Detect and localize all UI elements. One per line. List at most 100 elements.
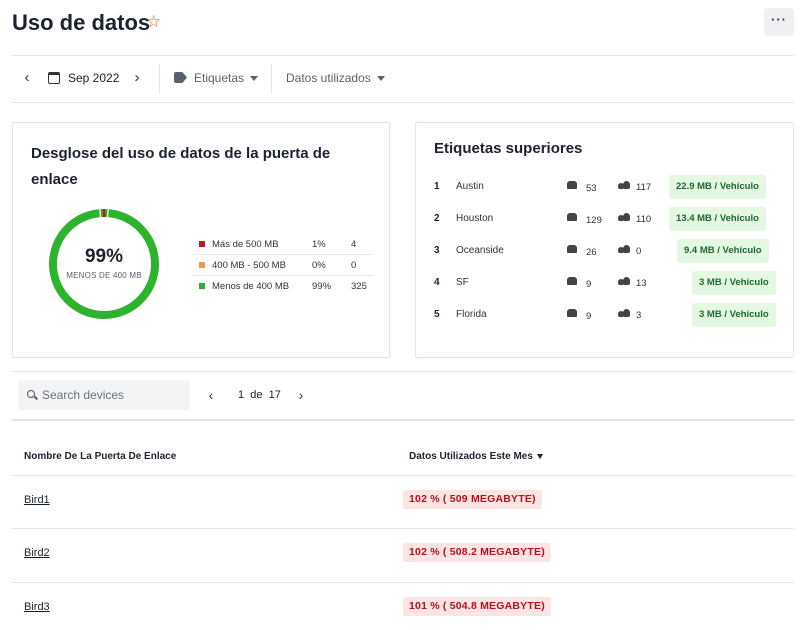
tags-filter-dropdown[interactable]: Etiquetas: [194, 71, 259, 85]
breakdown-title: Desglose del uso de datos de la puerta d…: [31, 145, 331, 188]
divider: [159, 64, 160, 94]
legend-swatch: [199, 283, 205, 289]
table-divider: [12, 475, 794, 476]
car-icon: [567, 213, 577, 221]
tag-people-count: 0: [636, 246, 642, 257]
pagination-label: 1 de 17: [238, 389, 281, 401]
car-icon: [567, 181, 577, 189]
legend-percent: 1%: [312, 239, 326, 250]
tag-people-count: 13: [636, 278, 647, 289]
top-tags-card: Etiquetas superiores 1 Austin 53 117 22.…: [415, 122, 794, 358]
more-options-button[interactable]: ···: [764, 8, 794, 36]
top-tags-title: Etiquetas superiores: [434, 140, 583, 157]
people-icon: [618, 309, 630, 317]
legend-swatch: [199, 241, 205, 247]
car-icon: [567, 309, 577, 317]
tag-people-count: 110: [636, 214, 652, 225]
table-divider: [12, 528, 794, 529]
column-header-usage[interactable]: Datos Utilizados Este Mes: [409, 451, 543, 462]
donut-chart: 99% MENOS DE 400 MB: [48, 208, 160, 320]
tag-name: Oceanside: [456, 245, 504, 256]
tag-rank: 2: [434, 213, 440, 224]
tag-usage-badge: 22.9 MB / Vehículo: [669, 175, 766, 199]
tag-vehicle-count: 53: [586, 183, 597, 194]
tag-vehicle-count: 9: [586, 311, 592, 322]
tag-vehicle-count: 26: [586, 247, 597, 258]
column-header-usage-label: Datos Utilizados Este Mes: [409, 451, 533, 462]
tag-rank: 4: [434, 277, 440, 288]
usage-badge: 102 % ( 509 MEGABYTE): [403, 490, 542, 509]
tag-row[interactable]: 4 SF 9 13 3 MB / Vehículo: [434, 271, 776, 295]
date-label: Sep 2022: [68, 71, 120, 85]
search-icon: [27, 390, 35, 398]
tag-name: Houston: [456, 213, 494, 224]
legend-swatch: [199, 262, 205, 268]
data-used-filter-dropdown[interactable]: Datos utilizados: [286, 71, 385, 85]
table-divider: [12, 582, 794, 583]
gateway-link[interactable]: Bird2: [24, 547, 50, 559]
tag-usage-badge: 3 MB / Vehículo: [692, 271, 776, 295]
tag-icon: [174, 72, 187, 83]
tag-name: SF: [456, 277, 469, 288]
chevron-down-icon: [376, 76, 385, 82]
donut-separator: [99, 208, 102, 219]
gateway-link[interactable]: Bird3: [24, 601, 50, 613]
legend-label: 400 MB - 500 MB: [212, 260, 286, 271]
people-icon: [618, 181, 630, 189]
tag-rank: 1: [434, 181, 440, 192]
pagination-of: de: [250, 389, 263, 401]
calendar-icon: [48, 72, 60, 84]
tag-row[interactable]: 3 Oceanside 26 0 9.4 MB / Vehículo: [434, 239, 774, 263]
gateway-link[interactable]: Bird1: [24, 494, 50, 506]
legend-row: 400 MB - 500 MB 0% 0: [193, 255, 373, 276]
data-used-filter-label: Datos utilizados: [286, 71, 371, 85]
tag-rank: 3: [434, 245, 440, 256]
tag-usage-badge: 9.4 MB / Vehículo: [677, 239, 769, 263]
tag-people-count: 3: [636, 310, 642, 321]
legend-count: 325: [351, 281, 367, 292]
chevron-down-icon: [250, 76, 259, 82]
car-icon: [567, 277, 577, 285]
legend-count: 0: [351, 260, 357, 271]
tag-name: Austin: [456, 181, 484, 192]
prev-page-button[interactable]: ‹: [204, 387, 218, 403]
tags-filter-label: Etiquetas: [194, 71, 245, 85]
usage-badge: 101 % ( 504.8 MEGABYTE): [403, 597, 551, 616]
car-icon: [567, 245, 577, 253]
people-icon: [618, 213, 630, 221]
divider: [12, 419, 794, 421]
search-box: [18, 380, 190, 410]
divider: [271, 64, 272, 94]
legend-label: Menos de 400 MB: [212, 281, 290, 292]
tag-vehicle-count: 9: [586, 279, 592, 290]
prev-month-button[interactable]: ‹: [19, 69, 35, 87]
sort-desc-icon: [536, 453, 543, 459]
star-icon[interactable]: ☆: [146, 12, 161, 32]
tag-usage-badge: 3 MB / Vehículo: [692, 303, 776, 327]
tag-row[interactable]: 1 Austin 53 117 22.9 MB / Vehículo: [434, 175, 774, 199]
data-usage-breakdown-card: Desglose del uso de datos de la puerta d…: [12, 122, 390, 358]
next-month-button[interactable]: ›: [129, 69, 145, 87]
search-input[interactable]: [42, 387, 182, 403]
tag-people-count: 117: [636, 182, 652, 193]
legend-percent: 0%: [312, 260, 326, 271]
column-header-name[interactable]: Nombre De La Puerta De Enlace: [24, 451, 176, 462]
usage-badge: 102 % ( 508.2 MEGABYTE): [403, 543, 551, 562]
legend-row: Menos de 400 MB 99% 325: [193, 276, 373, 297]
people-icon: [618, 245, 630, 253]
breakdown-legend: Más de 500 MB 1% 4 400 MB - 500 MB 0% 0 …: [193, 234, 373, 297]
legend-count: 4: [351, 239, 357, 250]
page-header: Uso de datos ☆ ···: [12, 8, 794, 38]
tag-row[interactable]: 2 Houston 129 110 13.4 MB / Vehículo: [434, 207, 774, 231]
divider: [12, 371, 794, 372]
current-page: 1: [238, 389, 245, 401]
legend-row: Más de 500 MB 1% 4: [193, 234, 373, 255]
tag-name: Florida: [456, 309, 487, 320]
legend-percent: 99%: [312, 281, 332, 292]
donut-center-label: MENOS DE 400 MB: [66, 271, 142, 280]
tag-rank: 5: [434, 309, 440, 320]
people-icon: [618, 277, 630, 285]
tag-row[interactable]: 5 Florida 9 3 3 MB / Vehículo: [434, 303, 776, 327]
divider: [12, 102, 794, 103]
next-page-button[interactable]: ›: [294, 387, 308, 403]
